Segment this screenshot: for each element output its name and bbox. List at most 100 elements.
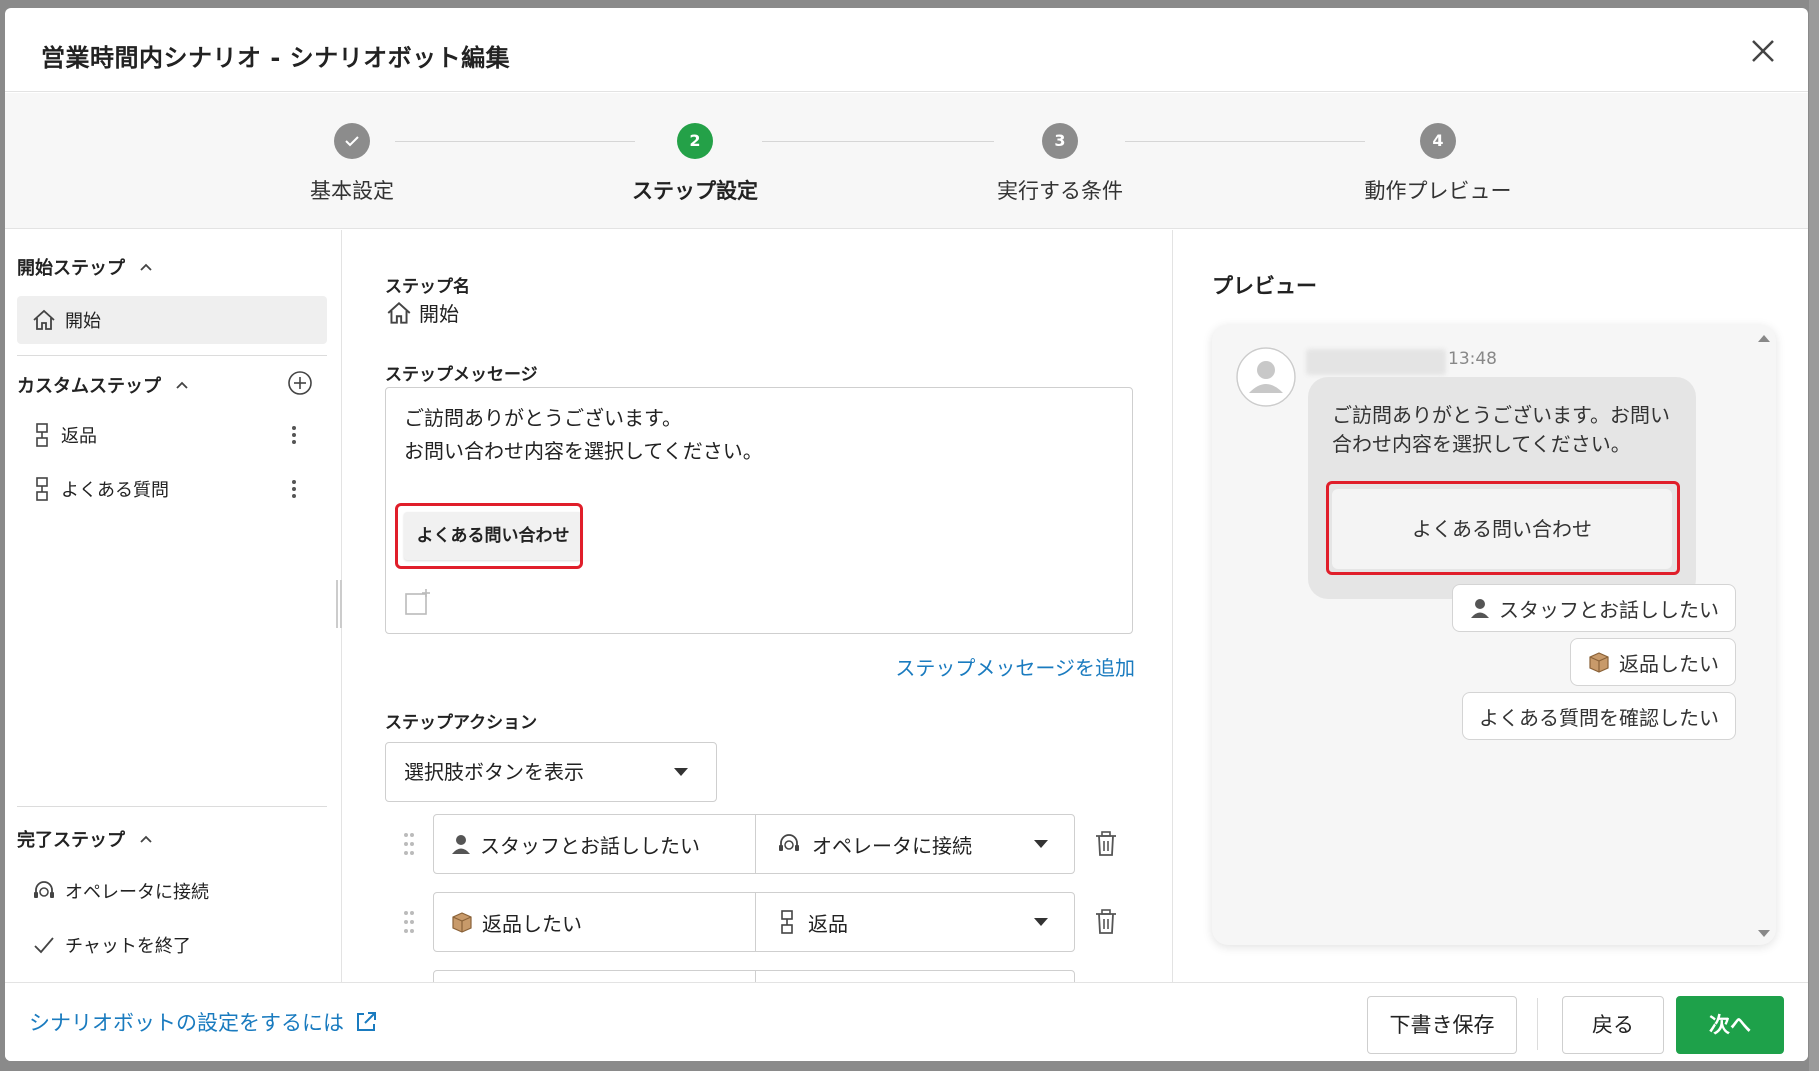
caret-down-icon (1034, 840, 1048, 848)
step-node-icon (36, 423, 48, 447)
sidebar-item-label: 返品 (61, 426, 97, 447)
step-message-editor[interactable]: ご訪問ありがとうございます。 お問い合わせ内容を選択してください。 よくある問い… (385, 387, 1133, 634)
step-name-text: 開始 (419, 302, 459, 326)
quick-reply-faq[interactable]: よくある質問を確認したい (1462, 692, 1736, 740)
step-label: 実行する条件 (997, 179, 1123, 203)
divider (17, 806, 327, 807)
target-step-select[interactable] (756, 971, 1074, 982)
package-box-icon (1589, 652, 1609, 673)
package-box-icon (452, 912, 472, 933)
more-vertical-icon[interactable] (291, 479, 297, 499)
divider (17, 355, 327, 356)
operator-headset-icon (34, 881, 54, 898)
end-step-section-header[interactable]: 完了ステップ (17, 826, 153, 852)
step-node-icon (36, 477, 48, 501)
custom-step-section-header[interactable]: カスタムステップ (17, 372, 189, 398)
preview-title: プレビュー (1212, 274, 1317, 298)
action-row: 返品したい 返品 (385, 892, 1145, 952)
scenario-bot-edit-modal: 営業時間内シナリオ - シナリオボット編集 基本設定 2 ステップ設定 3 実行… (5, 8, 1808, 1061)
choice-label-input[interactable] (434, 971, 756, 982)
section-title: カスタムステップ (17, 376, 161, 397)
save-draft-button[interactable]: 下書き保存 (1367, 996, 1517, 1054)
modal-header: 営業時間内シナリオ - シナリオボット編集 (5, 8, 1808, 92)
stepper-connector (1125, 141, 1365, 142)
next-button[interactable]: 次へ (1676, 996, 1784, 1054)
help-link-text: シナリオボットの設定をするには (29, 1011, 344, 1035)
bot-avatar-icon (1236, 347, 1296, 407)
step-message-label: ステップメッセージ (385, 365, 538, 385)
step-name-label: ステップ名 (385, 277, 470, 297)
chevron-up-icon (140, 835, 152, 843)
bot-name-redacted (1306, 349, 1446, 375)
stepper-connector (762, 141, 994, 142)
add-step-message-link[interactable]: ステップメッセージを追加 (895, 652, 1135, 681)
modal-title: 営業時間内シナリオ - シナリオボット編集 (41, 44, 511, 72)
trash-icon[interactable] (1093, 908, 1119, 936)
target-text: オペレータに接続 (812, 833, 972, 858)
caret-down-icon (674, 768, 688, 776)
highlight-frame (1326, 481, 1680, 575)
step-label: 動作プレビュー (1364, 179, 1512, 203)
panel-resize-handle[interactable] (336, 580, 342, 628)
step-number: 2 (677, 123, 713, 159)
back-button[interactable]: 戻る (1562, 996, 1664, 1054)
message-timestamp: 13:48 (1448, 349, 1497, 369)
sidebar-item-start[interactable]: 開始 (17, 296, 327, 344)
step-label: 基本設定 (310, 179, 394, 203)
more-vertical-icon[interactable] (291, 425, 297, 445)
bot-message-text: ご訪問ありがとうございます。お問い合わせ内容を選択してください。 (1332, 403, 1670, 456)
preview-panel: プレビュー 13:48 ご訪問ありがとうございます。お問い合わせ内容を選択してく… (1174, 230, 1808, 982)
sidebar-item-label: チャットを終了 (65, 936, 191, 957)
step-action-label: ステップアクション (385, 713, 538, 733)
sidebar-item-return[interactable]: 返品 (17, 411, 327, 459)
action-row-fields (433, 970, 1075, 982)
action-row-fields: スタッフとお話ししたい オペレータに接続 (433, 814, 1075, 874)
external-link-icon (357, 1012, 376, 1031)
action-row: スタッフとお話ししたい オペレータに接続 (385, 814, 1145, 874)
choice-label-input[interactable]: スタッフとお話ししたい (434, 815, 756, 873)
scroll-up-arrow-icon[interactable] (1758, 335, 1770, 342)
quick-reply-return[interactable]: 返品したい (1570, 638, 1736, 686)
home-icon (387, 301, 411, 324)
quick-reply-staff[interactable]: スタッフとお話ししたい (1452, 584, 1736, 632)
step-number: 3 (1042, 123, 1078, 159)
help-link[interactable]: シナリオボットの設定をするには (29, 1007, 378, 1037)
add-media-icon[interactable] (404, 588, 432, 616)
chat-preview: 13:48 ご訪問ありがとうございます。お問い合わせ内容を選択してください。 よ… (1212, 325, 1776, 945)
action-row (385, 970, 1145, 982)
divider (1537, 998, 1538, 1050)
sidebar-item-label: よくある質問 (61, 480, 169, 501)
choice-label-input[interactable]: 返品したい (434, 893, 756, 951)
choice-text: スタッフとお話ししたい (480, 833, 700, 858)
quick-reply-label: 返品したい (1619, 651, 1719, 676)
trash-icon[interactable] (1093, 830, 1119, 858)
drag-handle-icon[interactable] (403, 910, 415, 934)
target-step-select[interactable]: 返品 (756, 893, 1074, 951)
target-text: 返品 (808, 911, 848, 936)
drag-handle-icon[interactable] (403, 832, 415, 856)
highlight-frame (395, 503, 583, 569)
scroll-down-arrow-icon[interactable] (1758, 930, 1770, 937)
step-number: 4 (1420, 123, 1456, 159)
close-icon[interactable] (1748, 36, 1778, 66)
target-step-select[interactable]: オペレータに接続 (756, 815, 1074, 873)
sidebar-item-operator[interactable]: オペレータに接続 (17, 867, 327, 915)
step-message-text[interactable]: ご訪問ありがとうございます。 お問い合わせ内容を選択してください。 (404, 402, 763, 468)
wizard-stepper: 基本設定 2 ステップ設定 3 実行する条件 4 動作プレビュー (5, 93, 1808, 229)
modal-footer: シナリオボットの設定をするには 下書き保存 戻る 次へ (5, 982, 1808, 1061)
step-label: ステップ設定 (632, 179, 758, 203)
quick-reply-label: スタッフとお話ししたい (1499, 597, 1719, 622)
section-title: 開始ステップ (17, 258, 125, 279)
sidebar-item-label: オペレータに接続 (65, 882, 209, 903)
home-icon (33, 309, 55, 330)
bot-message-bubble: ご訪問ありがとうございます。お問い合わせ内容を選択してください。 よくある問い合… (1308, 377, 1696, 599)
chevron-up-icon (140, 263, 152, 271)
start-step-section-header[interactable]: 開始ステップ (17, 254, 153, 280)
step-action-select[interactable]: 選択肢ボタンを表示 (385, 742, 717, 802)
sidebar-item-end-chat[interactable]: チャットを終了 (17, 921, 327, 969)
check-icon (34, 937, 54, 954)
select-value: 選択肢ボタンを表示 (404, 760, 584, 784)
step-name-value: 開始 (385, 298, 459, 327)
add-step-plus-icon[interactable] (287, 370, 313, 396)
sidebar-item-faq[interactable]: よくある質問 (17, 465, 327, 513)
